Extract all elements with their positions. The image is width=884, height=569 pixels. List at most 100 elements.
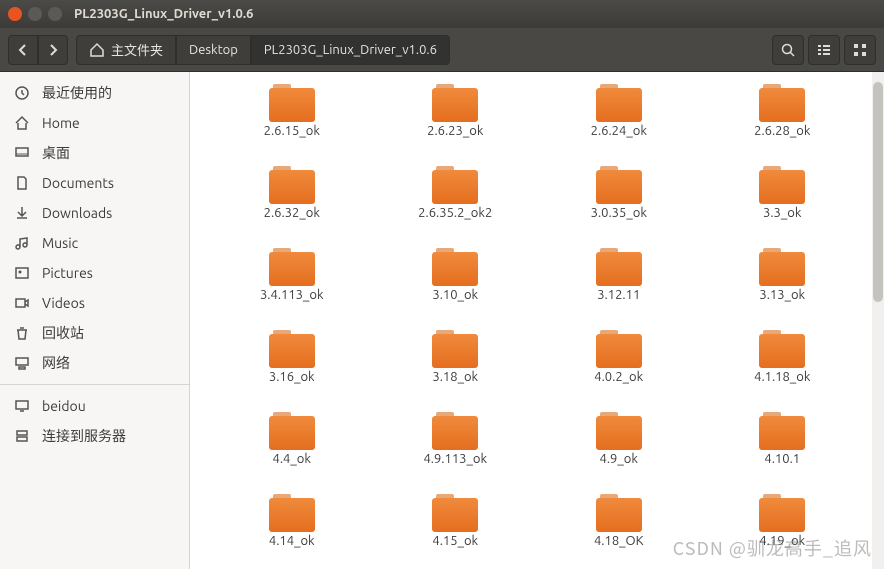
folder-item[interactable]: 4.9_ok [541, 412, 696, 488]
folder-icon [269, 494, 315, 532]
folder-label: 3.18_ok [432, 370, 478, 384]
folder-item[interactable]: 4.9.113_ok [378, 412, 533, 488]
folder-item[interactable]: 2.6.24_ok [541, 84, 696, 160]
scrollbar-thumb[interactable] [873, 82, 883, 302]
nav-back-button[interactable] [8, 35, 38, 65]
folder-item[interactable]: 3.13_ok [705, 248, 860, 324]
sidebar-item-picture[interactable]: Pictures [0, 258, 189, 288]
folder-item[interactable]: 3.12.11 [541, 248, 696, 324]
nav-forward-button[interactable] [38, 35, 68, 65]
folder-item[interactable]: 2.6.15_ok [214, 84, 369, 160]
folder-icon [759, 494, 805, 532]
list-icon [816, 42, 832, 58]
folder-item[interactable]: 3.16_ok [214, 330, 369, 406]
sidebar-item-label: 连接到服务器 [42, 426, 126, 446]
sidebar-item-desktop[interactable]: 桌面 [0, 138, 189, 168]
folder-icon [759, 330, 805, 368]
folder-item[interactable]: 2.6.23_ok [378, 84, 533, 160]
folder-item[interactable]: 4.19_ok [705, 494, 860, 569]
path-segment-desktop[interactable]: Desktop [176, 35, 251, 65]
folder-item[interactable]: 4.10.1 [705, 412, 860, 488]
path-home-label: 主文件夹 [111, 40, 163, 59]
window-close-button[interactable] [8, 7, 22, 21]
folder-icon [432, 412, 478, 450]
sidebar-item-computer[interactable]: beidou [0, 391, 189, 421]
folder-label: 2.6.15_ok [264, 124, 320, 138]
sidebar-item-clock[interactable]: 最近使用的 [0, 78, 189, 108]
folder-label: 3.10_ok [432, 288, 478, 302]
sidebar-item-label: Videos [42, 295, 85, 311]
folder-item[interactable]: 4.0.2_ok [541, 330, 696, 406]
folder-label: 4.1.18_ok [754, 370, 810, 384]
folder-icon [269, 330, 315, 368]
home-icon [14, 115, 30, 131]
path-segment-current[interactable]: PL2303G_Linux_Driver_v1.0.6 [251, 35, 450, 65]
sidebar-item-label: 网络 [42, 353, 70, 373]
folder-icon [759, 84, 805, 122]
content-area: 2.6.15_ok 2.6.23_ok 2.6.24_ok 2.6.28_ok 2.6.… [190, 72, 884, 569]
chevron-right-icon [45, 42, 61, 58]
sidebar-item-network[interactable]: 网络 [0, 348, 189, 378]
window-minimize-button[interactable] [28, 7, 42, 21]
sidebar-item-label: Pictures [42, 265, 93, 281]
folder-label: 2.6.23_ok [427, 124, 483, 138]
sidebar-item-label: Documents [42, 175, 114, 191]
folder-item[interactable]: 3.0.35_ok [541, 166, 696, 242]
folder-icon [759, 412, 805, 450]
folder-item[interactable]: 4.14_ok [214, 494, 369, 569]
folder-label: 3.4.113_ok [260, 288, 324, 302]
folder-icon [596, 248, 642, 286]
folder-label: 2.6.28_ok [754, 124, 810, 138]
folder-item[interactable]: 2.6.32_ok [214, 166, 369, 242]
folder-icon [759, 166, 805, 204]
path-home[interactable]: 主文件夹 [76, 35, 176, 65]
sidebar-item-doc[interactable]: Documents [0, 168, 189, 198]
sidebar-item-download[interactable]: Downloads [0, 198, 189, 228]
folder-item[interactable]: 3.3_ok [705, 166, 860, 242]
folder-item[interactable]: 4.1.18_ok [705, 330, 860, 406]
folder-item[interactable]: 4.4_ok [214, 412, 369, 488]
download-icon [14, 205, 30, 221]
sidebar-item-video[interactable]: Videos [0, 288, 189, 318]
folder-label: 4.9.113_ok [423, 452, 487, 466]
folder-item[interactable]: 3.10_ok [378, 248, 533, 324]
folder-label: 3.16_ok [269, 370, 315, 384]
sidebar-item-home[interactable]: Home [0, 108, 189, 138]
view-grid-button[interactable] [844, 35, 876, 65]
clock-icon [14, 85, 30, 101]
search-button[interactable] [772, 35, 804, 65]
folder-label: 2.6.32_ok [264, 206, 320, 220]
view-list-button[interactable] [808, 35, 840, 65]
breadcrumb: 主文件夹 Desktop PL2303G_Linux_Driver_v1.0.6 [76, 35, 450, 65]
server-icon [14, 428, 30, 444]
sidebar: 最近使用的Home 桌面 Documents Downloads Music Pictur… [0, 72, 190, 569]
sidebar-item-server[interactable]: 连接到服务器 [0, 421, 189, 451]
folder-item[interactable]: 2.6.35.2_ok2 [378, 166, 533, 242]
scrollbar[interactable] [872, 72, 884, 569]
folder-item[interactable]: 3.4.113_ok [214, 248, 369, 324]
folder-item[interactable]: 4.18_OK [541, 494, 696, 569]
folder-icon [596, 494, 642, 532]
sidebar-item-trash[interactable]: 回收站 [0, 318, 189, 348]
folder-icon [269, 84, 315, 122]
window-title: PL2303G_Linux_Driver_v1.0.6 [74, 7, 253, 21]
folder-label: 4.14_ok [269, 534, 315, 548]
sidebar-item-label: 回收站 [42, 323, 84, 343]
folder-item[interactable]: 4.15_ok [378, 494, 533, 569]
folder-label: 4.4_ok [273, 452, 311, 466]
folder-item[interactable]: 2.6.28_ok [705, 84, 860, 160]
folder-icon [596, 166, 642, 204]
sidebar-item-label: 桌面 [42, 143, 70, 163]
window-maximize-button[interactable] [48, 7, 62, 21]
titlebar: PL2303G_Linux_Driver_v1.0.6 [0, 0, 884, 28]
folder-icon [596, 330, 642, 368]
home-icon [89, 42, 105, 58]
folder-label: 3.12.11 [597, 288, 640, 302]
picture-icon [14, 265, 30, 281]
doc-icon [14, 175, 30, 191]
folder-item[interactable]: 3.18_ok [378, 330, 533, 406]
sidebar-item-music[interactable]: Music [0, 228, 189, 258]
sidebar-item-label: Downloads [42, 205, 112, 221]
folder-label: 3.3_ok [763, 206, 801, 220]
computer-icon [14, 398, 30, 414]
